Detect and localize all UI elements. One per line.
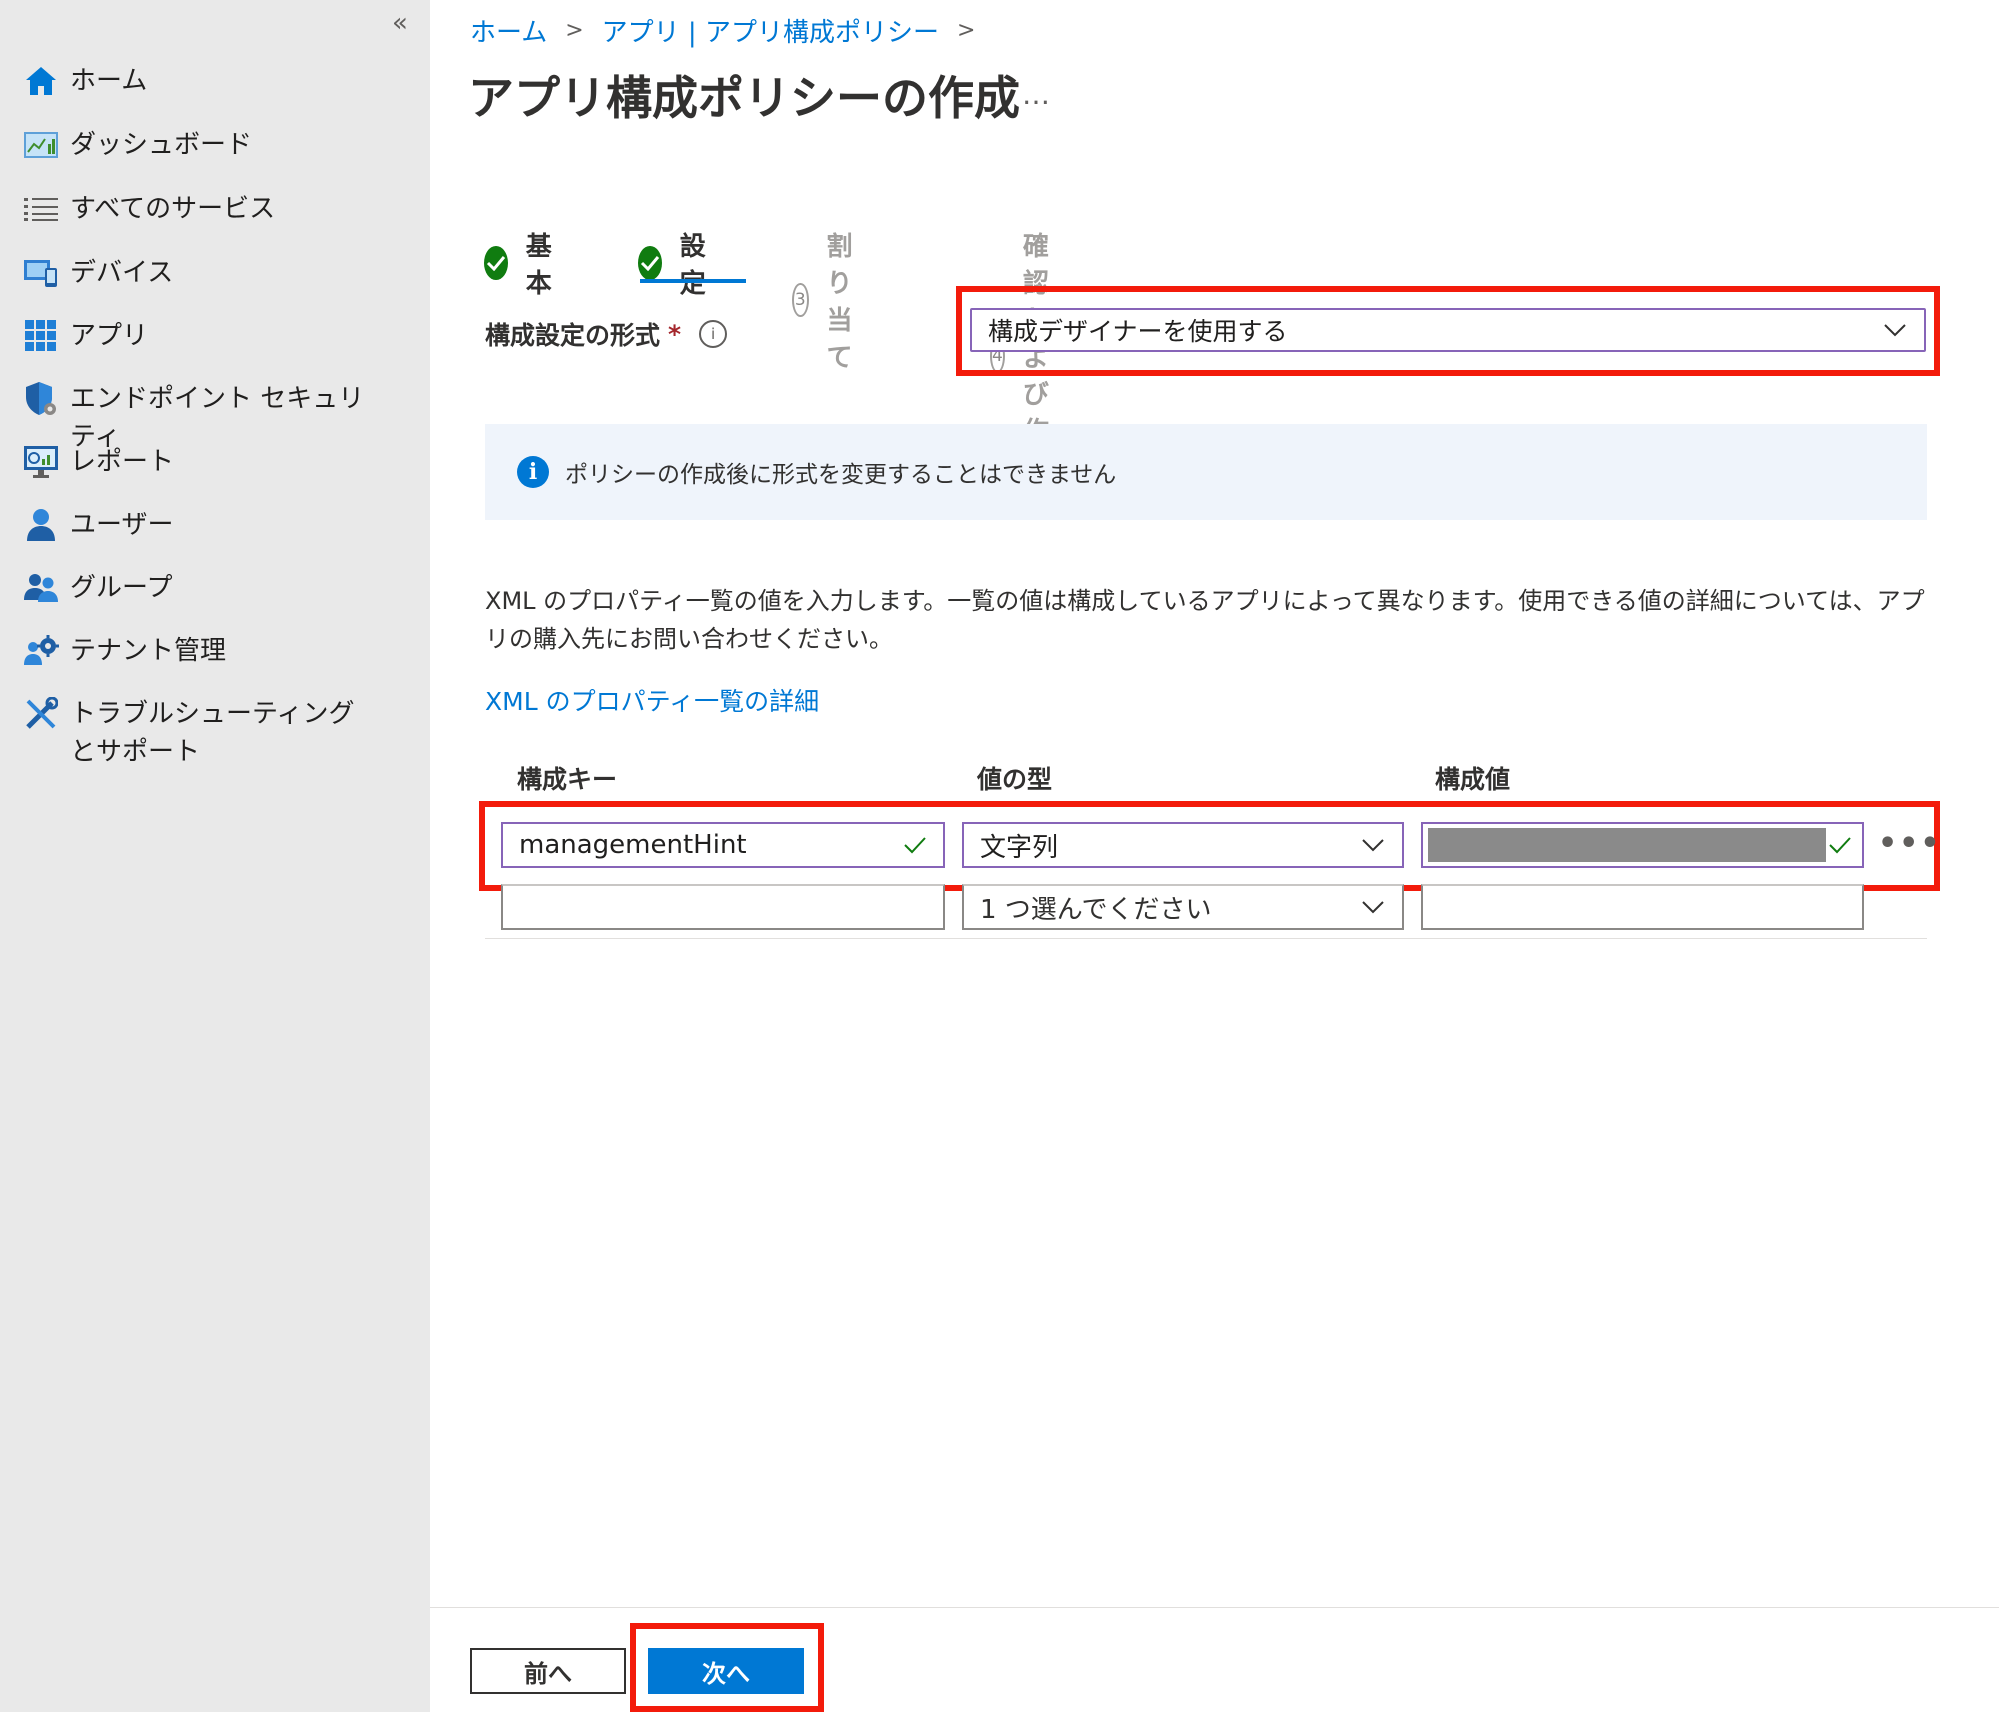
- sidebar: « ホーム ダッシュボード すべてのサービス デバイス アプリ エンドポイント …: [0, 0, 430, 1712]
- breadcrumb: ホーム > アプリ | アプリ構成ポリシー >: [470, 12, 993, 49]
- sidebar-item-home[interactable]: ホーム: [22, 62, 380, 100]
- xml-property-list-link[interactable]: XML のプロパティ一覧の詳細: [485, 682, 819, 718]
- active-tab-indicator: [640, 279, 746, 283]
- format-dropdown[interactable]: 構成デザイナーを使用する: [970, 308, 1926, 352]
- tab-settings[interactable]: 設定: [638, 226, 716, 300]
- sidebar-item-label: グループ: [70, 573, 173, 603]
- config-key-input-empty[interactable]: [501, 884, 945, 930]
- checkmark-icon: [638, 246, 662, 280]
- chevron-down-icon: [1362, 901, 1384, 914]
- checkmark-icon: [904, 837, 926, 854]
- value-type-value: 文字列: [980, 832, 1059, 863]
- info-message-bar: i ポリシーの作成後に形式を変更することはできません: [485, 424, 1927, 520]
- tenant-admin-icon: [22, 632, 60, 670]
- user-icon: [22, 506, 60, 544]
- step-number: 3: [792, 283, 809, 317]
- column-header-type: 値の型: [977, 765, 1053, 794]
- info-icon[interactable]: i: [699, 320, 728, 348]
- format-dropdown-value: 構成デザイナーを使用する: [988, 317, 1288, 346]
- sidebar-item-dashboard[interactable]: ダッシュボード: [22, 126, 380, 164]
- column-header-key: 構成キー: [517, 765, 618, 794]
- tab-basics[interactable]: 基本: [484, 226, 562, 300]
- shield-icon: [22, 380, 60, 418]
- previous-button[interactable]: 前へ: [470, 1648, 626, 1694]
- apps-icon: [22, 317, 60, 355]
- value-type-dropdown[interactable]: 文字列: [962, 822, 1404, 868]
- info-message: ポリシーの作成後に形式を変更することはできません: [565, 462, 1117, 488]
- format-label: 構成設定の形式 * i: [485, 316, 728, 352]
- checkmark-icon: [1829, 837, 1851, 854]
- breadcrumb-home-link[interactable]: ホーム: [470, 12, 547, 49]
- config-key-input[interactable]: managementHint: [501, 822, 945, 868]
- collapse-sidebar-button[interactable]: «: [392, 8, 408, 38]
- checkmark-icon: [484, 246, 508, 280]
- sidebar-item-label: アプリ: [70, 321, 149, 351]
- sidebar-item-apps[interactable]: アプリ: [22, 317, 380, 355]
- config-value-input-empty[interactable]: [1421, 884, 1864, 930]
- sidebar-item-label: レポート: [70, 447, 175, 477]
- sidebar-item-tenant-admin[interactable]: テナント管理: [22, 632, 380, 670]
- row-divider: [485, 938, 1927, 939]
- sidebar-item-label: ユーザー: [70, 510, 174, 540]
- value-type-dropdown-empty[interactable]: 1 つ選んでください: [962, 884, 1404, 930]
- breadcrumb-app-config-link[interactable]: アプリ | アプリ構成ポリシー: [602, 12, 939, 49]
- step-label: 割り当て: [826, 232, 853, 373]
- sidebar-item-label: トラブルシューティングとサポート: [70, 699, 355, 767]
- sidebar-item-reports[interactable]: レポート: [22, 443, 380, 481]
- info-icon: i: [517, 456, 549, 488]
- format-label-text: 構成設定の形式: [485, 321, 661, 350]
- list-icon: [22, 190, 60, 228]
- more-options-button[interactable]: …: [1022, 78, 1050, 111]
- step-label: 設定: [679, 232, 706, 299]
- chevron-right-icon: >: [565, 18, 584, 43]
- group-icon: [22, 569, 60, 607]
- row-more-options-button[interactable]: •••: [1878, 826, 1942, 861]
- chevron-right-icon: >: [956, 18, 976, 43]
- redacted-value: [1428, 828, 1826, 862]
- chevron-down-icon: [1882, 317, 1908, 343]
- description-text: XML のプロパティ一覧の値を入力します。一覧の値は構成しているアプリによって異…: [485, 587, 1925, 653]
- step-label: 基本: [525, 232, 552, 299]
- sidebar-item-devices[interactable]: デバイス: [22, 254, 380, 292]
- sidebar-item-label: ホーム: [70, 66, 148, 96]
- footer-divider: [430, 1607, 1999, 1608]
- config-key-value: managementHint: [519, 830, 747, 860]
- sidebar-item-label: ダッシュボード: [70, 130, 253, 160]
- report-icon: [22, 443, 60, 481]
- column-header-value: 構成値: [1435, 765, 1511, 794]
- sidebar-item-troubleshooting[interactable]: トラブルシューティングとサポート: [22, 695, 380, 771]
- value-type-placeholder: 1 つ選んでください: [980, 894, 1212, 925]
- devices-icon: [22, 254, 60, 292]
- sidebar-item-label: すべてのサービス: [70, 194, 276, 224]
- sidebar-item-label: テナント管理: [70, 636, 227, 666]
- troubleshoot-icon: [22, 695, 60, 733]
- chevron-down-icon: [1362, 839, 1384, 852]
- sidebar-item-label: デバイス: [70, 258, 174, 288]
- sidebar-item-all-services[interactable]: すべてのサービス: [22, 190, 380, 228]
- required-indicator: *: [668, 319, 682, 349]
- next-button[interactable]: 次へ: [648, 1648, 804, 1694]
- page-title: アプリ構成ポリシーの作成: [468, 71, 1020, 125]
- sidebar-item-groups[interactable]: グループ: [22, 569, 380, 607]
- dashboard-icon: [22, 126, 60, 164]
- tab-assignments[interactable]: 3 割り当て: [792, 226, 870, 374]
- home-icon: [22, 62, 60, 100]
- sidebar-item-users[interactable]: ユーザー: [22, 506, 380, 544]
